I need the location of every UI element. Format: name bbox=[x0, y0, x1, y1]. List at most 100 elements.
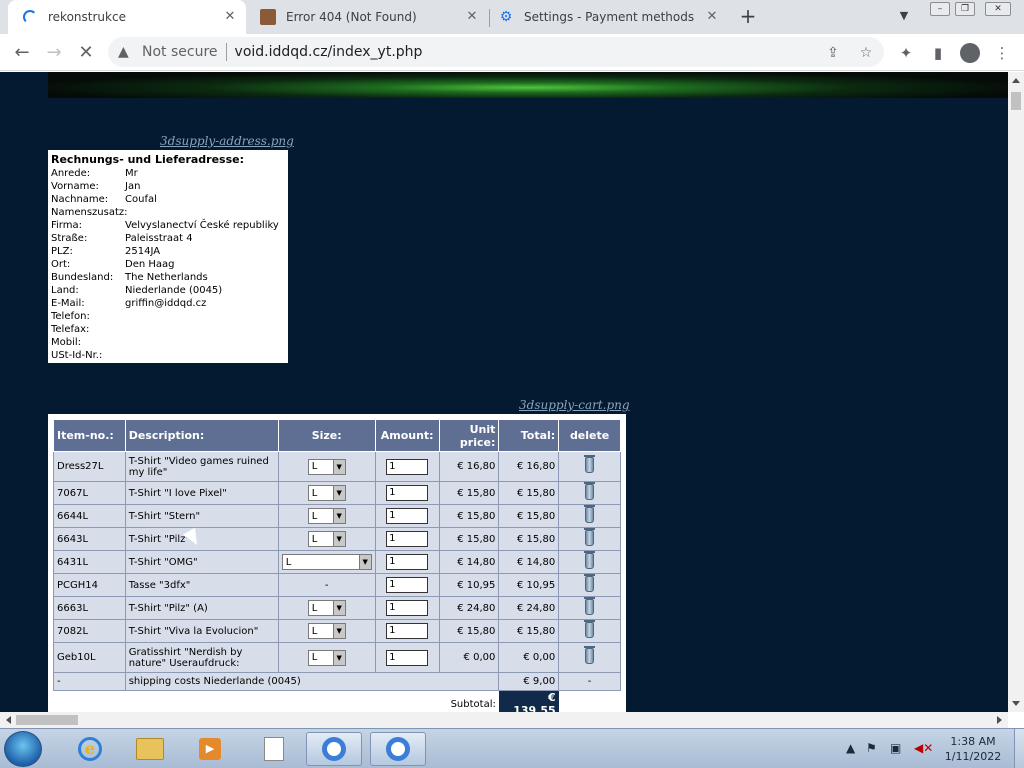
scroll-left-icon[interactable] bbox=[6, 716, 11, 724]
size-select[interactable]: L ▼ bbox=[307, 458, 346, 475]
vertical-scrollbar[interactable] bbox=[1008, 72, 1024, 712]
system-clock[interactable]: 1:38 AM 1/11/2022 bbox=[938, 734, 1008, 764]
shipping-item-no: - bbox=[53, 672, 126, 691]
trash-can-icon[interactable] bbox=[584, 573, 596, 592]
cart-item-row: PCGH14 Tasse "3dfx" - 1 € 10,95 € 10,95 bbox=[53, 573, 621, 597]
network-icon[interactable]: ▣ bbox=[890, 741, 901, 755]
media-player-icon: ▶ bbox=[199, 738, 221, 760]
size-select[interactable]: L ▼ bbox=[307, 508, 346, 524]
trash-can-icon[interactable] bbox=[584, 527, 596, 546]
internet-explorer-icon: e bbox=[78, 737, 102, 761]
menu-kebab-icon[interactable]: ⋮ bbox=[992, 43, 1012, 63]
volume-muted-icon[interactable]: ◀✕ bbox=[914, 741, 933, 755]
quantity-input[interactable]: 1 bbox=[386, 577, 429, 593]
new-tab-button[interactable]: + bbox=[738, 6, 758, 27]
vertical-scroll-thumb[interactable] bbox=[1011, 92, 1021, 110]
trash-can-icon[interactable] bbox=[584, 504, 596, 523]
close-tab-icon[interactable]: ✕ bbox=[222, 9, 238, 25]
scroll-up-icon[interactable] bbox=[1012, 78, 1020, 83]
cart-item-size-cell: L ▼ bbox=[277, 619, 376, 643]
side-panel-icon[interactable]: ▮ bbox=[928, 43, 948, 63]
address-bar[interactable]: ▲ Not secure void.iddqd.cz/index_yt.php bbox=[108, 37, 884, 67]
action-center-flag-icon[interactable]: ⚑ bbox=[866, 741, 877, 755]
trash-can-icon[interactable] bbox=[584, 596, 596, 615]
quantity-input[interactable]: 1 bbox=[386, 508, 429, 524]
cart-item-row: 6431L T-Shirt "OMG" L ▼ 1 € 14,80 € 14,80 bbox=[53, 550, 621, 574]
size-select[interactable]: L ▼ bbox=[307, 649, 346, 666]
cart-item-unit-price: € 16,80 bbox=[438, 451, 500, 482]
header-banner-image bbox=[48, 72, 1008, 98]
quantity-input[interactable]: 1 bbox=[386, 649, 429, 666]
dropdown-arrow-icon[interactable]: ▼ bbox=[332, 601, 345, 615]
explorer-taskbar-button[interactable] bbox=[122, 732, 178, 766]
tab-search-icon[interactable]: ▼ bbox=[896, 9, 912, 25]
scroll-down-icon[interactable] bbox=[1012, 701, 1020, 706]
size-select[interactable]: L ▼ bbox=[307, 600, 346, 616]
cart-item-total: € 14,80 bbox=[498, 550, 560, 574]
address-label: Nachname: bbox=[51, 194, 109, 205]
tab-rekonstrukce[interactable]: rekonstrukce ✕ bbox=[8, 0, 246, 34]
cart-image-link[interactable]: 3dsupply-cart.png bbox=[519, 398, 630, 412]
address-value: griffin@iddqd.cz bbox=[125, 298, 207, 309]
dropdown-arrow-icon[interactable]: ▼ bbox=[332, 459, 345, 474]
show-hidden-icons[interactable]: ▲ bbox=[846, 741, 855, 755]
restore-icon[interactable]: ❐ bbox=[955, 2, 975, 16]
quantity-input[interactable]: 1 bbox=[386, 458, 429, 475]
quantity-input[interactable]: 1 bbox=[386, 485, 429, 501]
size-select[interactable]: L ▼ bbox=[307, 531, 346, 547]
forward-arrow-icon[interactable]: → bbox=[43, 42, 65, 64]
quantity-input[interactable]: 1 bbox=[386, 554, 429, 570]
minimize-icon[interactable]: – bbox=[930, 2, 950, 16]
close-tab-icon[interactable]: ✕ bbox=[704, 9, 720, 25]
gear-icon: ⚙ bbox=[499, 9, 513, 25]
dropdown-arrow-icon[interactable]: ▼ bbox=[332, 650, 345, 665]
quantity-input[interactable]: 1 bbox=[386, 531, 429, 547]
tab-settings-payment[interactable]: ⚙ Settings - Payment methods ✕ bbox=[490, 0, 728, 34]
close-window-icon[interactable]: ✕ bbox=[985, 2, 1011, 16]
quantity-input[interactable]: 1 bbox=[386, 623, 429, 639]
trash-can-icon[interactable] bbox=[584, 619, 596, 638]
cart-item-delete-cell bbox=[558, 527, 621, 551]
url-text[interactable]: void.iddqd.cz/index_yt.php bbox=[235, 44, 423, 60]
address-image-link[interactable]: 3dsupply-address.png bbox=[160, 134, 294, 148]
extensions-icon[interactable]: ✦ bbox=[896, 43, 916, 63]
security-label[interactable]: Not secure bbox=[142, 44, 218, 60]
trash-can-icon[interactable] bbox=[584, 455, 596, 473]
cart-panel: Item-no.: Description: Size: Amount: Uni… bbox=[48, 414, 626, 712]
horizontal-scrollbar[interactable] bbox=[0, 712, 1008, 728]
trash-can-icon[interactable] bbox=[584, 646, 596, 664]
file-taskbar-button[interactable] bbox=[246, 732, 302, 766]
dropdown-arrow-icon[interactable]: ▼ bbox=[332, 532, 345, 546]
dropdown-arrow-icon[interactable]: ▼ bbox=[332, 486, 345, 500]
dropdown-arrow-icon[interactable]: ▼ bbox=[332, 509, 345, 523]
dropdown-arrow-icon[interactable]: ▼ bbox=[358, 555, 371, 569]
stop-loading-icon[interactable]: ✕ bbox=[75, 42, 97, 64]
trash-can-icon[interactable] bbox=[584, 550, 596, 569]
scroll-right-icon[interactable] bbox=[997, 716, 1002, 724]
dropdown-arrow-icon[interactable]: ▼ bbox=[332, 624, 345, 638]
trash-can-icon[interactable] bbox=[584, 481, 596, 500]
close-tab-icon[interactable]: ✕ bbox=[464, 9, 480, 25]
media-player-taskbar-button[interactable]: ▶ bbox=[182, 732, 238, 766]
quantity-input[interactable]: 1 bbox=[386, 600, 429, 616]
show-desktop-button[interactable] bbox=[1014, 729, 1024, 768]
tab-error-404[interactable]: Error 404 (Not Found) ✕ bbox=[250, 0, 488, 34]
cart-item-total: € 15,80 bbox=[498, 527, 560, 551]
address-value: Jan bbox=[125, 181, 141, 192]
shipping-description: shipping costs Niederlande (0045) bbox=[124, 672, 500, 691]
share-icon[interactable]: ⇪ bbox=[824, 44, 842, 62]
back-arrow-icon[interactable]: ← bbox=[11, 42, 33, 64]
size-select-value: L bbox=[285, 556, 292, 568]
profile-avatar-icon[interactable] bbox=[960, 43, 980, 63]
bookmark-star-icon[interactable]: ☆ bbox=[857, 44, 875, 62]
size-select[interactable]: L ▼ bbox=[307, 623, 346, 639]
size-select[interactable]: L ▼ bbox=[307, 485, 346, 501]
internet-explorer-taskbar-button[interactable]: e bbox=[62, 732, 118, 766]
chrome-taskbar-button-1[interactable] bbox=[306, 732, 362, 766]
address-label: Land: bbox=[51, 285, 79, 296]
size-select[interactable]: L ▼ bbox=[281, 554, 372, 570]
start-button[interactable] bbox=[4, 731, 42, 767]
horizontal-scroll-thumb[interactable] bbox=[16, 715, 78, 725]
size-select-value: L bbox=[311, 602, 318, 614]
chrome-taskbar-button-2[interactable] bbox=[370, 732, 426, 766]
